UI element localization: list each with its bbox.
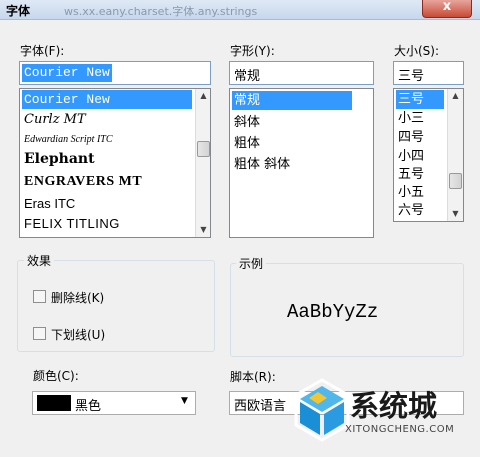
- size-list[interactable]: 三号 小三 四号 小四 五号 小五 六号 ▲ ▼: [393, 88, 464, 222]
- size-list-item[interactable]: 小五: [396, 183, 424, 202]
- size-list-item[interactable]: 小三: [396, 109, 424, 128]
- close-button[interactable]: x: [422, 0, 472, 18]
- font-input[interactable]: Courier New: [19, 61, 211, 85]
- color-select[interactable]: 黑色 ▼: [32, 391, 196, 415]
- underline-label[interactable]: 下划线(U): [51, 326, 105, 343]
- close-icon: x: [442, 0, 452, 14]
- watermark-logo-icon: [294, 378, 350, 442]
- dropdown-arrow-icon: ▼: [181, 396, 188, 406]
- font-list-item[interactable]: FELIX TITLING: [22, 214, 120, 233]
- style-list-item[interactable]: 常规: [232, 91, 352, 110]
- font-list-item[interactable]: Courier New: [22, 90, 192, 109]
- style-label: 字形(Y):: [230, 44, 275, 58]
- script-label: 脚本(R):: [230, 370, 276, 384]
- size-list-item[interactable]: 三号: [396, 90, 444, 109]
- watermark-url: XITONGCHENG.COM: [345, 424, 455, 435]
- style-list-item[interactable]: 粗体: [232, 134, 260, 153]
- font-label: 字体(F):: [20, 44, 65, 58]
- scroll-down-icon[interactable]: ▼: [196, 225, 210, 234]
- color-label: 颜色(C):: [33, 369, 79, 383]
- size-list-item[interactable]: 四号: [396, 128, 424, 147]
- font-list-item[interactable]: Edwardian Script ITC: [22, 130, 113, 149]
- size-list-scrollbar[interactable]: ▲ ▼: [447, 89, 463, 221]
- color-value: 黑色: [75, 399, 102, 414]
- preview-text: AaBbYyZz: [287, 301, 379, 323]
- watermark-text: 系统城: [350, 389, 438, 423]
- scroll-up-icon[interactable]: ▲: [448, 91, 463, 100]
- size-list-item[interactable]: 六号: [396, 201, 424, 220]
- style-input-value: 常规: [234, 69, 261, 84]
- font-list-item[interactable]: ENGRAVERS MT: [22, 172, 142, 191]
- style-list-item[interactable]: 斜体: [232, 113, 260, 132]
- size-input-value: 三号: [398, 69, 425, 84]
- window-title: 字体: [6, 4, 31, 18]
- font-list-scrollbar[interactable]: ▲ ▼: [195, 89, 210, 237]
- style-list-item[interactable]: 粗体 斜体: [232, 155, 290, 174]
- font-input-value: Courier New: [22, 64, 112, 82]
- style-list[interactable]: 常规 斜体 粗体 粗体 斜体: [229, 88, 374, 238]
- scroll-down-icon[interactable]: ▼: [448, 209, 463, 218]
- underline-checkbox[interactable]: [33, 327, 46, 340]
- window-subtitle: ws.xx.eany.charset.字体.any.strings: [64, 5, 258, 18]
- strikethrough-checkbox[interactable]: [33, 290, 46, 303]
- size-list-item[interactable]: 小四: [396, 147, 424, 166]
- scroll-thumb[interactable]: [449, 173, 462, 189]
- scroll-up-icon[interactable]: ▲: [196, 91, 210, 100]
- size-label: 大小(S):: [394, 44, 440, 58]
- script-value: 西欧语言: [234, 399, 287, 414]
- strikethrough-label[interactable]: 删除线(K): [51, 289, 104, 306]
- font-list-item[interactable]: Elephant: [22, 150, 95, 169]
- color-swatch: [37, 395, 71, 411]
- font-list-item[interactable]: Eras ITC: [22, 194, 75, 213]
- scroll-thumb[interactable]: [197, 141, 210, 157]
- font-list-item[interactable]: Curlz MT: [22, 110, 86, 129]
- font-list[interactable]: Courier New Curlz MT Edwardian Script IT…: [19, 88, 211, 238]
- effects-group: [17, 260, 215, 352]
- preview-label: 示例: [236, 255, 267, 272]
- size-input[interactable]: 三号: [393, 61, 464, 85]
- size-list-item[interactable]: 五号: [396, 165, 424, 184]
- style-input[interactable]: 常规: [229, 61, 374, 85]
- effects-label: 效果: [24, 252, 55, 269]
